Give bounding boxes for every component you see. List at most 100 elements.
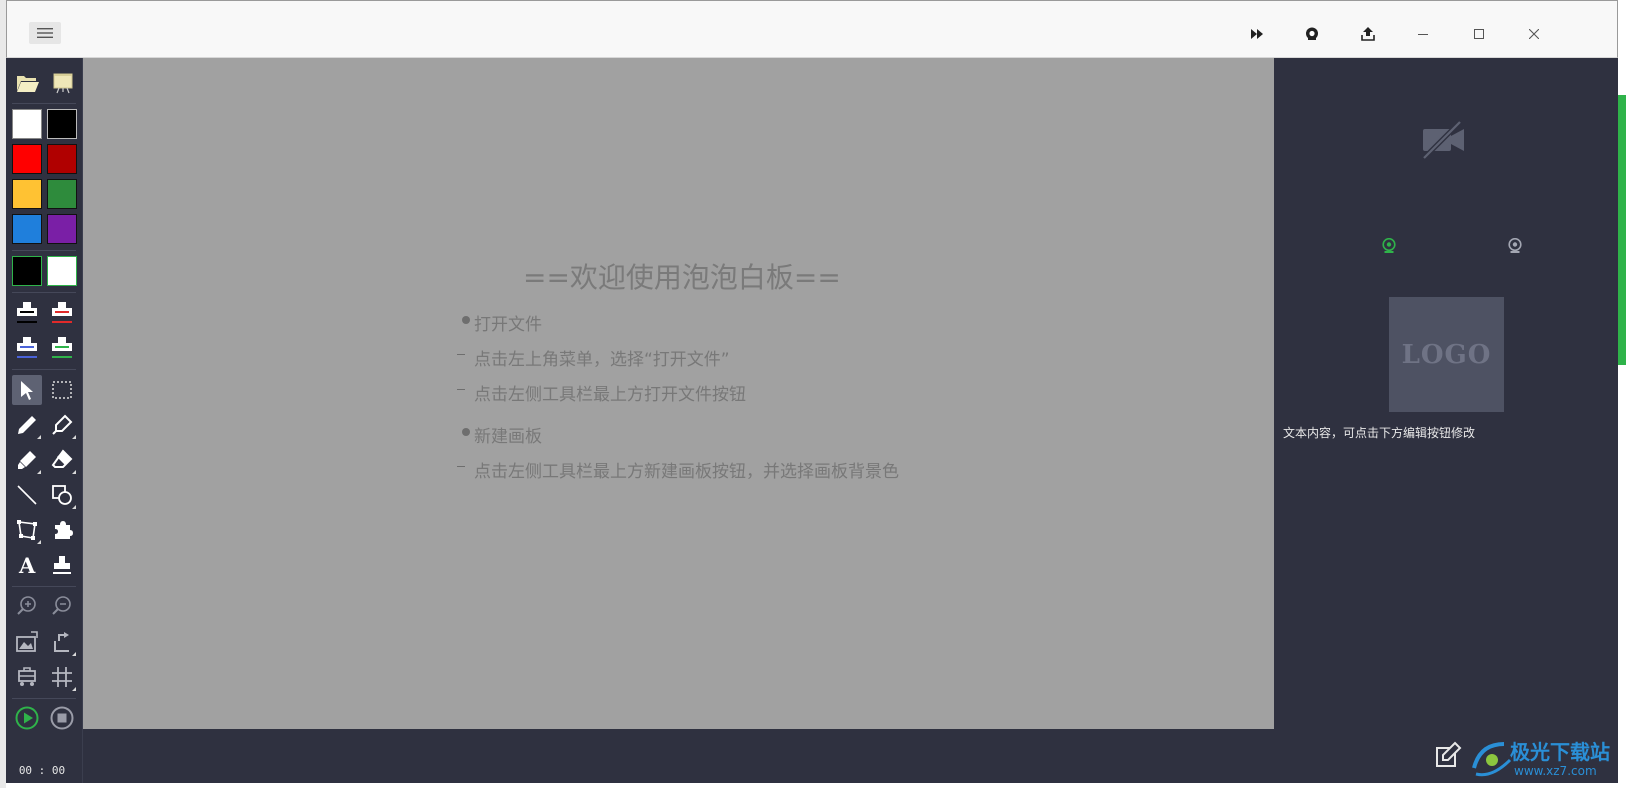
color-yellow-swatch[interactable] — [12, 179, 42, 209]
stamp-green-button[interactable] — [47, 333, 77, 363]
insert-image-button[interactable] — [12, 627, 42, 657]
title-bar — [6, 0, 1618, 58]
cursor-arrow-icon — [21, 381, 33, 400]
toolbox-button[interactable] — [12, 662, 42, 692]
pen-nib-icon — [52, 414, 73, 435]
stop-icon — [50, 706, 74, 730]
polygon-tool-button[interactable] — [12, 515, 42, 545]
polygon-icon — [17, 520, 37, 540]
highlighter-icon — [18, 451, 36, 469]
zoom-out-button[interactable] — [47, 590, 77, 620]
separator — [12, 586, 76, 587]
stamp-red-button[interactable] — [47, 298, 77, 328]
color-white-swatch[interactable] — [12, 109, 42, 139]
highlighter-tool-button[interactable] — [12, 445, 42, 475]
stamp-icon — [52, 302, 72, 323]
text-tool-button[interactable]: A — [12, 550, 42, 580]
separator — [12, 698, 76, 699]
zoom-out-icon — [52, 596, 71, 615]
recording-timer: 00 : 00 — [18, 764, 66, 777]
close-icon — [1529, 29, 1539, 39]
edit-text-button[interactable] — [1434, 741, 1462, 769]
maximize-button[interactable] — [1467, 23, 1491, 45]
color-dark-red-swatch[interactable] — [47, 144, 77, 174]
grid-button[interactable] — [47, 662, 77, 692]
dash-mark — [457, 466, 465, 467]
export-button[interactable] — [47, 627, 77, 657]
color-green-swatch[interactable] — [47, 179, 77, 209]
eraser-tool-button[interactable] — [47, 445, 77, 475]
share-button[interactable] — [1356, 23, 1380, 45]
puzzle-piece-icon — [55, 521, 73, 539]
fast-forward-icon — [1251, 29, 1263, 39]
stamp-icon — [17, 302, 37, 323]
play-button[interactable] — [12, 703, 42, 733]
stamp-blue-button[interactable] — [12, 333, 42, 363]
stamp-icon — [53, 556, 71, 574]
shape-tool-button[interactable] — [47, 480, 77, 510]
minimize-button[interactable] — [1411, 23, 1435, 45]
stop-button[interactable] — [47, 703, 77, 733]
color-red-swatch[interactable] — [12, 144, 42, 174]
export-icon — [54, 632, 69, 652]
watermark-en: www.xz7.com — [1514, 764, 1597, 778]
color-black-swatch[interactable] — [47, 109, 77, 139]
stamp-black-button[interactable] — [12, 298, 42, 328]
separator — [12, 369, 76, 370]
maximize-icon — [1474, 29, 1484, 39]
select-tool-button[interactable] — [12, 375, 42, 405]
stamp-tool-button[interactable] — [47, 550, 77, 580]
instruction-line: 点击左侧工具栏最上方新建画板按钮，并选择画板背景色 — [474, 462, 899, 482]
share-upload-icon — [1361, 27, 1375, 41]
webcam-active-button[interactable] — [1382, 237, 1396, 254]
section-new-board: 新建画板 — [474, 427, 542, 447]
grid-icon — [52, 667, 72, 687]
color-blue-swatch[interactable] — [12, 214, 42, 244]
right-panel — [1274, 58, 1618, 783]
record-button[interactable] — [1300, 23, 1324, 45]
close-button[interactable] — [1522, 23, 1546, 45]
camera-off-icon — [1420, 118, 1468, 162]
line-tool-button[interactable] — [12, 480, 42, 510]
marquee-select-button[interactable] — [47, 375, 77, 405]
minimize-icon — [1418, 34, 1428, 35]
line-icon — [17, 485, 37, 505]
separator — [12, 250, 76, 251]
background-black-swatch[interactable] — [12, 256, 42, 286]
zoom-in-button[interactable] — [12, 590, 42, 620]
fast-forward-button[interactable] — [1245, 23, 1269, 45]
pen-tool-button[interactable] — [47, 410, 77, 440]
edit-icon — [1436, 741, 1462, 767]
play-icon — [15, 706, 39, 730]
new-board-button[interactable] — [48, 68, 78, 98]
toolbox-icon — [18, 667, 36, 686]
dash-mark — [457, 389, 465, 390]
canvas-footer — [83, 729, 1274, 783]
dash-mark — [457, 354, 465, 355]
menu-button[interactable] — [29, 22, 61, 44]
whiteboard-canvas[interactable]: ==欢迎使用泡泡白板== 打开文件 点击左上角菜单，选择“打开文件” 点击左侧工… — [83, 58, 1274, 729]
svg-text:A: A — [18, 554, 36, 576]
panel-info-text: 文本内容，可点击下方编辑按钮修改 — [1283, 426, 1476, 440]
logo-placeholder: LOGO — [1389, 297, 1504, 412]
logo-text: LOGO — [1401, 339, 1492, 370]
color-purple-swatch[interactable] — [47, 214, 77, 244]
board-title: ==欢迎使用泡泡白板== — [523, 261, 841, 294]
side-scroll-indicator[interactable] — [1618, 95, 1626, 365]
webcam-button[interactable] — [1508, 237, 1522, 254]
site-watermark: 极光下载站 www.xz7.com — [1470, 736, 1620, 784]
background-white-swatch[interactable] — [47, 256, 77, 286]
separator — [12, 292, 76, 293]
left-toolbar: A — [6, 58, 83, 783]
whiteboard-icon — [53, 73, 73, 94]
folder-open-icon — [17, 76, 39, 92]
eraser-icon — [51, 449, 73, 468]
open-file-button[interactable] — [13, 68, 43, 98]
pencil-tool-button[interactable] — [12, 410, 42, 440]
separator — [12, 103, 76, 104]
bullet-dot — [462, 428, 470, 436]
webcam-icon — [1508, 237, 1522, 253]
image-insert-icon — [16, 631, 38, 652]
plugin-tool-button[interactable] — [47, 515, 77, 545]
zoom-in-icon — [17, 596, 36, 615]
